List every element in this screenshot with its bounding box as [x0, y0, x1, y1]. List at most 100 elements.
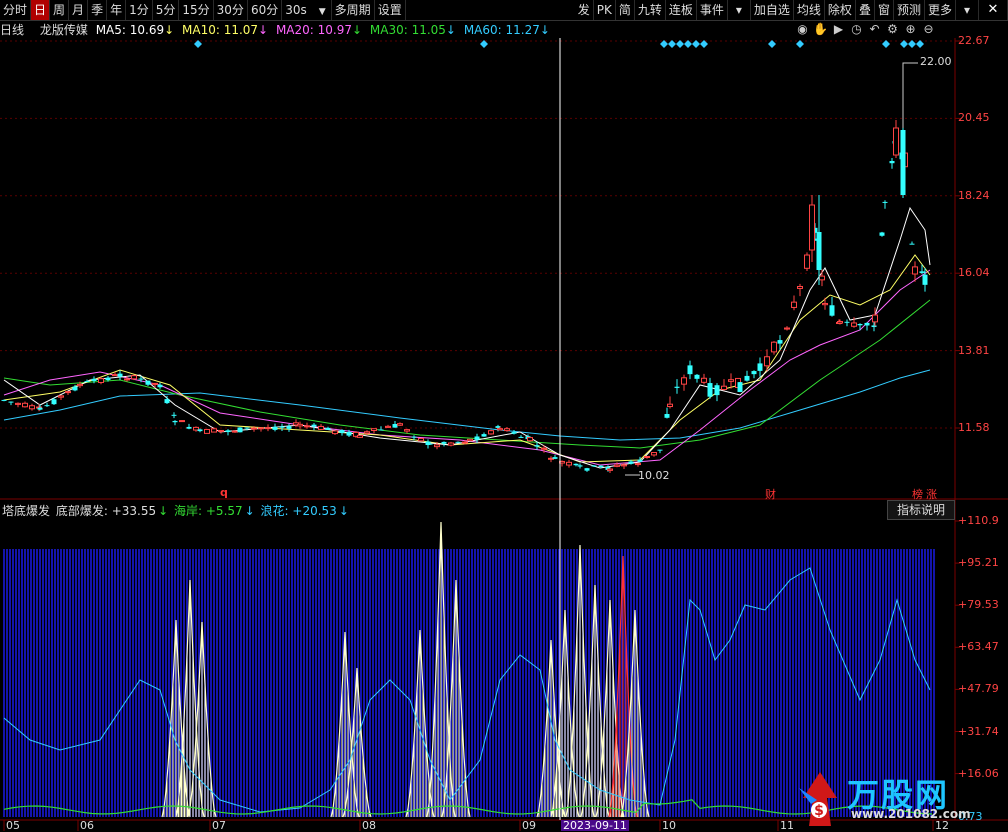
- logo-url: www.201082.com: [851, 807, 971, 821]
- candle-body-up: [566, 461, 572, 466]
- indicator-help-button[interactable]: 指标说明: [887, 500, 955, 520]
- candle-body-down: [138, 378, 144, 380]
- candle-body-up: [364, 431, 370, 434]
- indicator-tick: +95.21: [958, 556, 999, 570]
- candle-body-up: [112, 374, 118, 377]
- candle-body-up: [404, 429, 410, 432]
- candle-body-up: [258, 427, 264, 430]
- candle-body-down: [637, 459, 643, 462]
- watermark-logo: $ 万股网 www.201082.com: [795, 770, 990, 828]
- month-label: 08: [362, 819, 376, 832]
- candle-body-up: [357, 434, 363, 438]
- signal-diamond: [908, 40, 916, 48]
- candle-body-down: [552, 457, 558, 459]
- candle-body-up: [541, 447, 547, 450]
- candle-body-down: [777, 340, 783, 344]
- indicator-name: 塔底爆发: [2, 504, 51, 518]
- crosshair-date: 2023-09-11: [561, 819, 629, 832]
- candle-body-down: [864, 322, 870, 326]
- candle-body-down: [829, 305, 835, 316]
- candle-body-up: [644, 456, 650, 459]
- candle-body-up: [467, 438, 473, 442]
- candle-body-down: [628, 461, 634, 464]
- candle-body-up: [771, 341, 777, 353]
- candle-body-down: [657, 449, 663, 451]
- candle-body-up: [635, 463, 641, 466]
- candle-body-down: [737, 382, 743, 392]
- candle-body-down: [481, 434, 487, 437]
- price-tick: 22.67: [958, 34, 990, 47]
- indicator-value-3: 浪花: +20.53: [260, 504, 337, 518]
- candle-body-up: [784, 327, 790, 330]
- arrow-down-icon: ↓: [244, 504, 255, 518]
- candle-body-down: [411, 436, 417, 438]
- candle-body-up: [131, 375, 137, 380]
- candle-body-up: [418, 437, 424, 442]
- candle-body-down: [186, 426, 192, 429]
- candle-body-down: [84, 381, 90, 383]
- candle-body-up: [29, 405, 35, 410]
- candle-body-up: [58, 395, 64, 398]
- candle-body-down: [72, 386, 78, 391]
- month-label: 06: [80, 819, 94, 832]
- month-label: 11: [780, 819, 794, 832]
- candle-body-up: [614, 464, 620, 467]
- candle-body-up: [211, 428, 217, 433]
- candle-body-down: [378, 429, 384, 431]
- candle-body-down: [145, 380, 151, 385]
- indicator-tick: +63.47: [958, 640, 999, 654]
- month-label: 07: [212, 819, 226, 832]
- candle-body-down: [51, 399, 57, 405]
- candle-body-down: [197, 429, 203, 432]
- event-marker-q[interactable]: q: [220, 486, 228, 499]
- candle-body-down: [879, 232, 885, 236]
- event-marker-financial[interactable]: 财: [765, 486, 776, 502]
- signal-diamond: [916, 40, 924, 48]
- candle-body-up: [667, 403, 673, 408]
- candle-body-down: [598, 465, 604, 467]
- candle-body-down: [922, 274, 928, 285]
- signal-diamond: [676, 40, 684, 48]
- ma60-line: [3, 369, 931, 441]
- candle-body-up: [232, 430, 238, 433]
- candlesticks: [1, 120, 928, 474]
- candle-body-down: [392, 424, 398, 428]
- candle-body-down: [37, 407, 43, 410]
- candle-body-up: [819, 275, 825, 281]
- candle-body-up: [791, 301, 797, 308]
- candle-body-down: [694, 374, 700, 379]
- candle-body-down: [511, 432, 517, 434]
- candle-body-down: [591, 465, 597, 467]
- candle-body-up: [65, 391, 71, 394]
- candle-body-down: [225, 430, 231, 433]
- candle-body-up: [837, 321, 843, 324]
- ma5-line: [3, 206, 931, 469]
- candle-body-up: [179, 420, 185, 423]
- signal-diamond: [692, 40, 700, 48]
- candle-body-down: [279, 426, 285, 428]
- candle-body-up: [152, 382, 158, 385]
- indicator-tick: +47.79: [958, 682, 999, 696]
- candle-body-down: [117, 373, 123, 377]
- candle-body-up: [912, 266, 918, 275]
- candle-body-up: [488, 430, 494, 435]
- candle-body-down: [441, 441, 447, 444]
- candle-body-up: [701, 377, 707, 383]
- candle-body-down: [744, 375, 750, 381]
- candle-body-up: [297, 423, 303, 427]
- price-gridlines: [0, 40, 960, 831]
- indicator-value-1: 底部爆发: +33.55: [55, 504, 157, 518]
- candle-body-up: [764, 356, 770, 367]
- candle-body-down: [518, 436, 524, 438]
- candle-body-down: [105, 377, 111, 381]
- candle-body-down: [909, 243, 915, 245]
- candle-body-down: [339, 430, 345, 433]
- candle-body-up: [872, 314, 878, 323]
- logo-arrow-icon: $: [799, 772, 837, 826]
- candle-body-up: [251, 427, 257, 430]
- stock-chart[interactable]: [0, 0, 1008, 831]
- candle-body-up: [651, 452, 657, 456]
- candle-body-down: [871, 325, 877, 328]
- candle-body-up: [504, 428, 510, 432]
- candle-body-down: [286, 426, 292, 429]
